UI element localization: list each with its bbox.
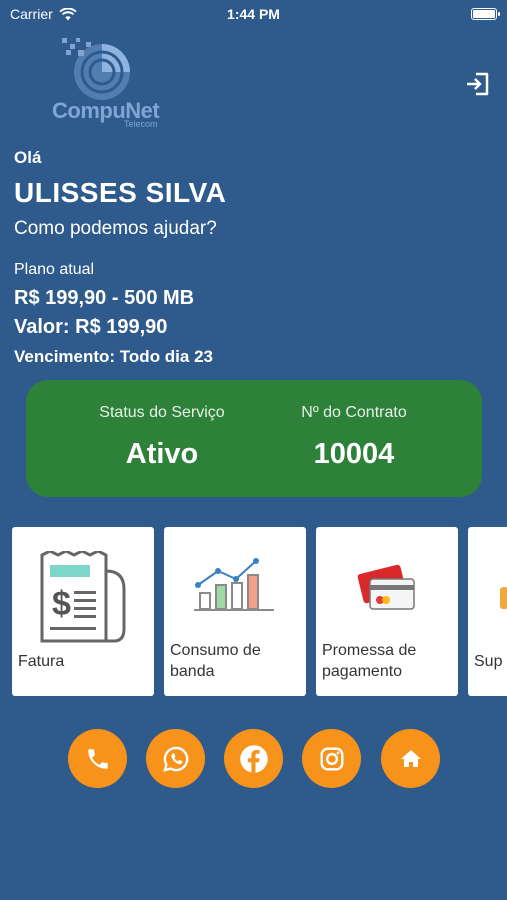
service-status: Status do Serviço Ativo	[72, 404, 252, 471]
contract-number-label: Nº do Contrato	[301, 404, 407, 421]
instagram-icon	[320, 747, 343, 770]
facebook-button[interactable]	[224, 729, 283, 788]
tile-promessa-pagamento[interactable]: Promessa de pagamento	[316, 527, 458, 696]
tile-fatura-label: Fatura	[18, 653, 65, 670]
whatsapp-button[interactable]	[146, 729, 205, 788]
menu-tiles: $ Fatura Consumo de banda Promessa de pa…	[12, 527, 507, 697]
battery-icon	[471, 8, 500, 20]
bandwidth-chart-icon	[194, 558, 274, 611]
logout-icon[interactable]	[464, 70, 492, 98]
plan-label: Plano atual	[14, 261, 95, 278]
tile-consumo-banda[interactable]: Consumo de banda	[164, 527, 306, 696]
due-date: Vencimento: Todo dia 23	[14, 347, 213, 366]
contract-number: Nº do Contrato 10004	[264, 404, 444, 471]
status-bar: Carrier 1:44 PM	[0, 0, 507, 28]
contract-number-value: 10004	[313, 438, 395, 470]
whatsapp-icon	[162, 746, 188, 772]
plan-value: Valor: R$ 199,90	[14, 316, 168, 338]
tile-promessa-pagamento-label: Promessa de pagamento	[322, 642, 417, 680]
logo-subtext: Telecom	[124, 119, 158, 129]
service-status-card: Status do Serviço Ativo Nº do Contrato 1…	[26, 380, 482, 497]
phone-icon	[87, 748, 108, 769]
tile-suporte[interactable]: Sup	[468, 527, 507, 696]
service-status-label: Status do Serviço	[99, 404, 225, 421]
tile-suporte-label: Sup	[474, 653, 503, 670]
credit-card-icon	[357, 564, 415, 610]
carrier-label: Carrier	[10, 6, 53, 22]
plan-name: R$ 199,90 - 500 MB	[14, 287, 195, 309]
facebook-icon	[239, 744, 268, 773]
support-icon	[500, 587, 507, 609]
home-button[interactable]	[381, 729, 440, 788]
tile-consumo-banda-label: Consumo de banda	[170, 642, 261, 680]
user-name: ULISSES SILVA	[14, 177, 227, 208]
svg-text:$: $	[52, 585, 71, 623]
help-text: Como podemos ajudar?	[14, 218, 217, 239]
phone-button[interactable]	[68, 729, 127, 788]
service-status-value: Ativo	[125, 438, 199, 470]
invoice-icon: $	[40, 551, 126, 643]
tile-fatura[interactable]: $ Fatura	[12, 527, 154, 696]
instagram-button[interactable]	[302, 729, 361, 788]
home-icon	[400, 749, 421, 767]
wifi-icon	[59, 7, 77, 20]
greeting: Olá	[14, 148, 42, 167]
